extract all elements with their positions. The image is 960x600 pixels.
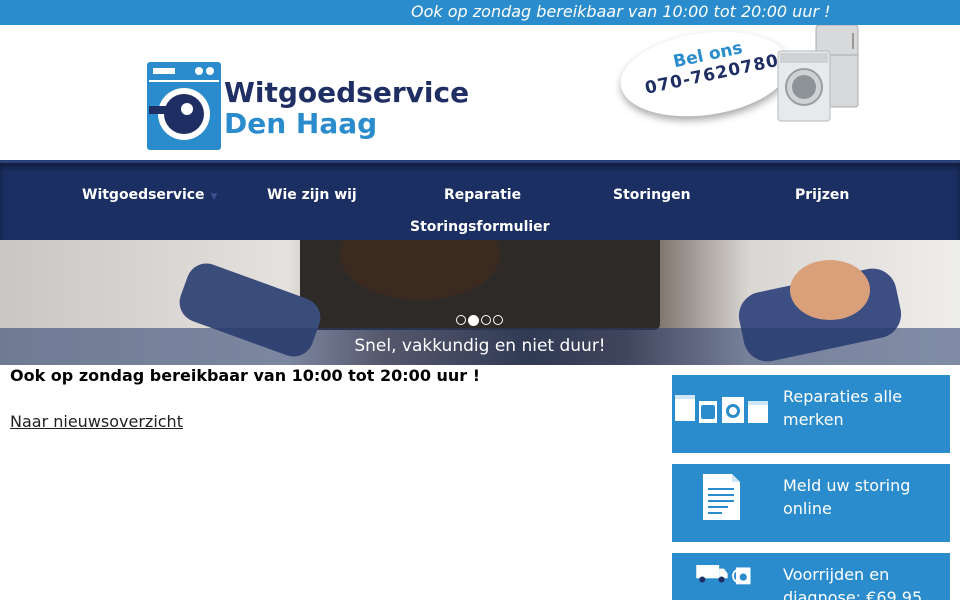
logo-subtitle: Den Haag (224, 107, 378, 140)
hero-slider[interactable]: Snel, vakkundig en niet duur! (0, 240, 960, 365)
nav-item-prijzen[interactable]: Prijzen (795, 187, 849, 203)
main-navigation: Witgoedservice ▼ Wie zijn wij Reparatie S… (0, 160, 960, 240)
nav-label: Wie zijn wij (267, 187, 357, 203)
form-document-icon (703, 474, 740, 520)
sidebar-box-label: Reparaties alle merken (783, 387, 903, 429)
top-info-bar: Ook op zondag bereikbaar van 10:00 tot 2… (0, 0, 960, 25)
slider-dot[interactable] (481, 315, 491, 325)
nav-label: Witgoedservice (82, 187, 205, 203)
nav-item-witgoedservice[interactable]: Witgoedservice ▼ (82, 187, 217, 203)
sidebar-box-label: Voorrijden en diagnose: €69,95 (783, 565, 923, 600)
site-header: Witgoedservice Den Haag Bel ons 070-7620… (0, 21, 960, 160)
opening-hours-notice: Ook op zondag bereikbaar van 10:00 tot 2… (411, 2, 831, 21)
logo-title: Witgoedservice (224, 76, 470, 109)
slider-pagination (456, 315, 503, 326)
washing-machine-logo-icon[interactable] (147, 62, 221, 150)
nav-label: Reparatie (444, 187, 522, 203)
nav-item-wie-zijn-wij[interactable]: Wie zijn wij (267, 187, 357, 203)
slider-dot[interactable] (456, 315, 466, 325)
slider-dot-active[interactable] (468, 315, 479, 326)
nav-item-storingsformulier[interactable]: Storingsformulier (410, 219, 550, 235)
sidebar-box-callout-fee[interactable]: Voorrijden en diagnose: €69,95 (672, 553, 950, 600)
nav-label: Prijzen (795, 187, 850, 203)
back-to-news-link[interactable]: Naar nieuwsoverzicht (10, 412, 183, 431)
main-content: Ook op zondag bereikbaar van 10:00 tot 2… (10, 366, 650, 431)
slider-dot[interactable] (493, 315, 503, 325)
van-diagnose-icon (696, 565, 751, 585)
page-title: Ook op zondag bereikbaar van 10:00 tot 2… (10, 366, 481, 385)
hero-caption: Snel, vakkundig en niet duur! (354, 336, 606, 356)
site-logo-text[interactable]: Witgoedservice Den Haag (224, 77, 469, 139)
sidebar-box-repairs[interactable]: Reparaties alle merken (672, 375, 950, 453)
nav-label: Storingsformulier (410, 219, 550, 235)
chevron-down-icon: ▼ (210, 192, 218, 202)
sidebar-box-report-fault[interactable]: Meld uw storing online (672, 464, 950, 542)
sidebar-box-label: Meld uw storing online (783, 476, 911, 518)
appliances-image-icon (777, 25, 859, 122)
appliances-icon (675, 395, 768, 423)
nav-item-storingen[interactable]: Storingen (613, 187, 691, 203)
nav-item-reparatie[interactable]: Reparatie (444, 187, 521, 203)
hero-image-hand (790, 260, 870, 320)
nav-label: Storingen (613, 187, 691, 203)
